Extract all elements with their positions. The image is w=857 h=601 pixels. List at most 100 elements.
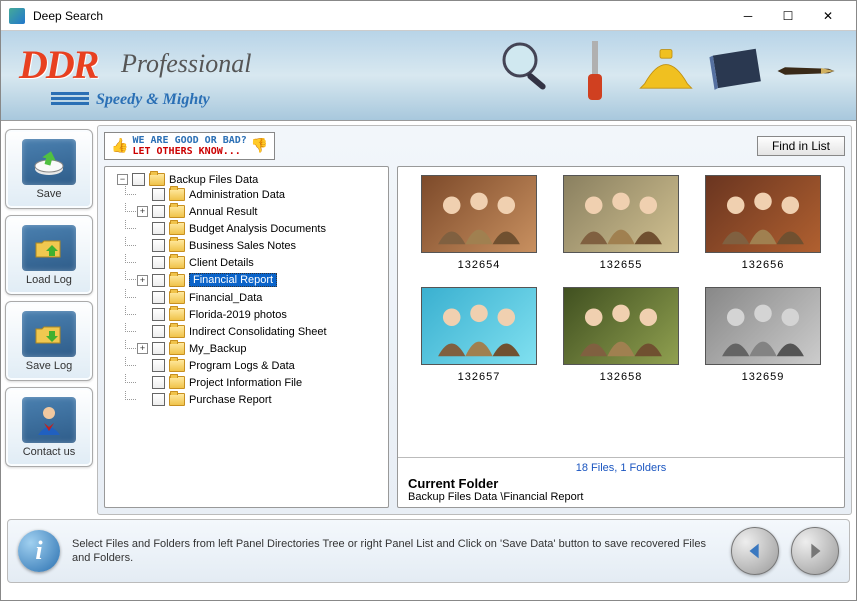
tree-item[interactable]: Program Logs & Data — [137, 357, 386, 374]
banner: DDR Professional Speedy & Mighty — [1, 31, 856, 121]
folder-icon — [169, 188, 185, 201]
info-icon: i — [18, 530, 60, 572]
tree-item[interactable]: Purchase Report — [137, 391, 386, 408]
tree-item[interactable]: Indirect Consolidating Sheet — [137, 323, 386, 340]
expand-icon[interactable]: + — [137, 343, 148, 354]
tree-item[interactable]: Budget Analysis Documents — [137, 220, 386, 237]
tree-item[interactable]: Client Details — [137, 254, 386, 271]
tree-scroll[interactable]: − Backup Files Data Administration Data+… — [105, 167, 388, 507]
load-log-icon — [22, 225, 76, 271]
minimize-button[interactable]: ─ — [728, 2, 768, 30]
tree-panel: − Backup Files Data Administration Data+… — [104, 166, 389, 508]
tree-item-label: Annual Result — [189, 206, 258, 218]
folder-icon — [169, 239, 185, 252]
panels: − Backup Files Data Administration Data+… — [104, 166, 845, 508]
thumbnail[interactable]: 132655 — [561, 175, 681, 271]
footer-text: Select Files and Folders from left Panel… — [72, 537, 719, 566]
checkbox[interactable] — [152, 188, 165, 201]
expand-icon[interactable]: + — [137, 275, 148, 286]
title-bar: Deep Search ─ ☐ ✕ — [1, 1, 856, 31]
tree-item[interactable]: + My_Backup — [137, 340, 386, 357]
checkbox[interactable] — [152, 376, 165, 389]
tree-item-label: My_Backup — [189, 343, 246, 355]
save-button[interactable]: Save — [5, 129, 93, 209]
feedback-badge[interactable]: 👍 WE ARE GOOD OR BAD? LET OTHERS KNOW...… — [104, 132, 275, 160]
tree-item[interactable]: Project Information File — [137, 374, 386, 391]
checkbox[interactable] — [152, 256, 165, 269]
checkbox[interactable] — [152, 359, 165, 372]
thumbnail-caption: 132656 — [742, 259, 785, 271]
footer: i Select Files and Folders from left Pan… — [7, 519, 850, 583]
close-button[interactable]: ✕ — [808, 2, 848, 30]
save-log-label: Save Log — [26, 360, 72, 372]
checkbox[interactable] — [152, 308, 165, 321]
current-folder-path: Backup Files Data \Financial Report — [408, 491, 834, 503]
thumbnail-caption: 132658 — [600, 371, 643, 383]
thumbnail-image — [563, 175, 679, 253]
contact-us-button[interactable]: Contact us — [5, 387, 93, 467]
checkbox[interactable] — [152, 393, 165, 406]
expand-icon[interactable]: + — [137, 206, 148, 217]
current-folder-title: Current Folder — [408, 476, 834, 491]
back-button[interactable] — [731, 527, 779, 575]
logo: DDR — [19, 41, 97, 88]
checkbox[interactable] — [152, 291, 165, 304]
next-button[interactable] — [791, 527, 839, 575]
checkbox[interactable] — [152, 239, 165, 252]
thumbnail[interactable]: 132657 — [419, 287, 539, 383]
expand-spacer — [137, 360, 148, 371]
tree-item-label: Budget Analysis Documents — [189, 223, 326, 235]
tree-item-label: Financial Report — [189, 273, 277, 287]
thumbnail-caption: 132659 — [742, 371, 785, 383]
folder-icon — [169, 342, 185, 355]
main-panel: 👍 WE ARE GOOD OR BAD? LET OTHERS KNOW...… — [97, 125, 852, 515]
tree-item[interactable]: Florida-2019 photos — [137, 306, 386, 323]
checkbox[interactable] — [132, 173, 145, 186]
maximize-button[interactable]: ☐ — [768, 2, 808, 30]
thumbnail[interactable]: 132654 — [419, 175, 539, 271]
thumbnail-caption: 132657 — [458, 371, 501, 383]
checkbox[interactable] — [152, 205, 165, 218]
tree-item[interactable]: Business Sales Notes — [137, 237, 386, 254]
expand-spacer — [137, 292, 148, 303]
contact-us-label: Contact us — [23, 446, 76, 458]
folder-icon — [169, 359, 185, 372]
banner-tools — [496, 36, 836, 106]
tree-item[interactable]: + Financial Report — [137, 271, 386, 289]
thumbnail[interactable]: 132656 — [703, 175, 823, 271]
find-in-list-button[interactable]: Find in List — [757, 136, 845, 156]
checkbox[interactable] — [152, 342, 165, 355]
checkbox[interactable] — [152, 274, 165, 287]
expand-spacer — [137, 257, 148, 268]
checkbox[interactable] — [152, 325, 165, 338]
thumbnails-panel: 132654132655 132656 132657 132658 132659 18 … — [397, 166, 845, 508]
folder-icon — [169, 325, 185, 338]
tree-root[interactable]: − Backup Files Data Administration Data+… — [117, 171, 386, 410]
thumb-up-icon: 👍 — [111, 138, 128, 154]
thumbnails-scroll[interactable]: 132654132655 132656 132657 132658 132659 — [398, 167, 844, 457]
tree-item-label: Administration Data — [189, 189, 285, 201]
expand-spacer — [137, 240, 148, 251]
thumbnail-image — [563, 287, 679, 365]
save-log-button[interactable]: Save Log — [5, 301, 93, 381]
folder-icon — [169, 308, 185, 321]
tree-item[interactable]: + Annual Result — [137, 203, 386, 220]
folder-icon — [169, 205, 185, 218]
thumbnail[interactable]: 132659 — [703, 287, 823, 383]
tree-item-label: Project Information File — [189, 377, 302, 389]
sidebar: Save Load Log Save Log Contact us — [5, 125, 93, 515]
save-label: Save — [36, 188, 61, 200]
checkbox[interactable] — [152, 222, 165, 235]
save-log-icon — [22, 311, 76, 357]
brand-text: DDR — [19, 42, 97, 87]
expand-spacer — [137, 394, 148, 405]
expand-spacer — [137, 309, 148, 320]
tree-item[interactable]: Financial_Data — [137, 289, 386, 306]
tree-item-label: Purchase Report — [189, 394, 272, 406]
expand-spacer — [137, 223, 148, 234]
thumbnail[interactable]: 132658 — [561, 287, 681, 383]
file-count: 18 Files, 1 Folders — [408, 462, 834, 474]
collapse-icon[interactable]: − — [117, 174, 128, 185]
tree-item[interactable]: Administration Data — [137, 186, 386, 203]
load-log-button[interactable]: Load Log — [5, 215, 93, 295]
